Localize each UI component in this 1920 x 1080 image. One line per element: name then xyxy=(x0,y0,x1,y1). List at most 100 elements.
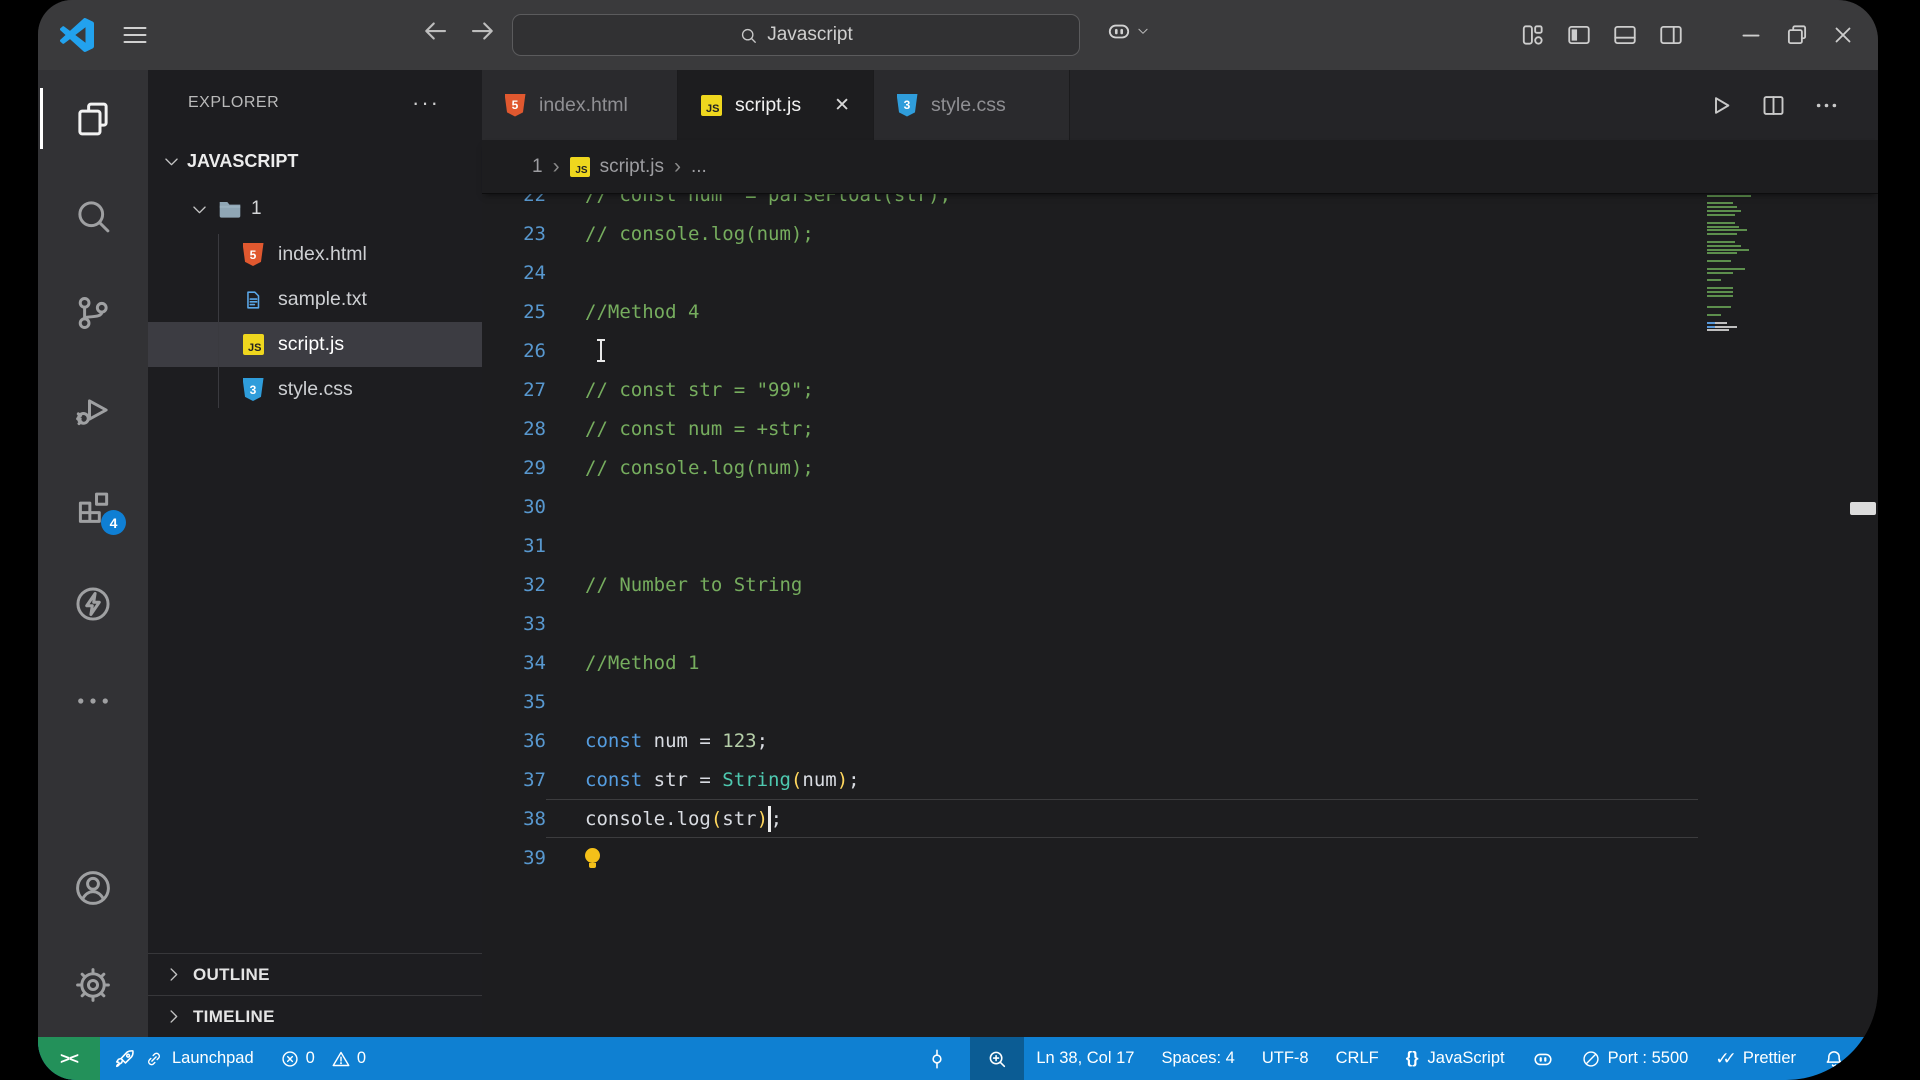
restore-button[interactable] xyxy=(1784,22,1810,48)
editor-more-actions-button[interactable] xyxy=(1813,92,1840,119)
split-editor-button[interactable] xyxy=(1760,92,1787,119)
cursor-position-status[interactable]: Ln 38, Col 17 xyxy=(1036,1049,1134,1068)
code-line-39[interactable]: 39 xyxy=(482,838,1878,877)
folder-item[interactable]: 1 xyxy=(148,186,482,232)
prettier-label: Prettier xyxy=(1742,1049,1796,1067)
outline-panel-header[interactable]: OUTLINE xyxy=(148,953,482,995)
warning-icon xyxy=(331,1049,351,1069)
eol-status[interactable]: CRLF xyxy=(1336,1049,1379,1068)
notifications-bell-icon[interactable] xyxy=(1823,1048,1845,1070)
code-line-37[interactable]: 37 const str = String(num); xyxy=(482,760,1878,799)
forward-button[interactable] xyxy=(468,16,498,46)
code-line-27[interactable]: 27 // const str = "99"; xyxy=(482,370,1878,409)
encoding-status[interactable]: UTF-8 xyxy=(1262,1049,1309,1068)
timeline-panel-header[interactable]: TIMELINE xyxy=(148,995,482,1037)
prettier-status[interactable]: ✓✓ Prettier xyxy=(1715,1049,1796,1069)
file-item-index.html[interactable]: 5 index.html xyxy=(148,232,482,277)
workspace-root[interactable]: JAVASCRIPT xyxy=(148,136,482,186)
launchpad-status-item[interactable]: Launchpad xyxy=(114,1048,254,1070)
warning-count: 0 xyxy=(356,1049,367,1067)
minimap-line xyxy=(1707,287,1733,290)
tab-style.css[interactable]: 3 style.css xyxy=(874,70,1070,140)
source-control-icon xyxy=(72,292,114,334)
language-mode-status[interactable]: {} JavaScript xyxy=(1406,1049,1505,1068)
minimap-line xyxy=(1707,202,1733,205)
line-number: 32 xyxy=(523,573,546,596)
command-center-search[interactable]: Javascript xyxy=(512,14,1080,56)
activity-settings-button[interactable] xyxy=(38,936,148,1033)
close-button[interactable] xyxy=(1830,22,1856,48)
breadcrumb-file[interactable]: script.js xyxy=(600,156,664,178)
activity-live-server-button[interactable] xyxy=(38,555,148,652)
screencast-icon[interactable] xyxy=(926,1048,948,1070)
copilot-button[interactable] xyxy=(1106,18,1150,44)
code-line-32[interactable]: 32 // Number to String xyxy=(482,565,1878,604)
activity-bar: 4 xyxy=(38,70,148,1037)
breadcrumb-folder[interactable]: 1 xyxy=(532,156,543,178)
activity-search-button[interactable] xyxy=(38,167,148,264)
file-item-style.css[interactable]: 3 style.css xyxy=(148,367,482,412)
code-line-34[interactable]: 34 //Method 1 xyxy=(482,643,1878,682)
lightbulb-icon[interactable] xyxy=(585,848,600,868)
run-code-button[interactable] xyxy=(1707,92,1734,119)
explorer-sidebar: EXPLORER ··· JAVASCRIPT 1 5 index.html sam… xyxy=(148,70,482,1037)
more-icon xyxy=(72,680,114,722)
indentation-status[interactable]: Spaces: 4 xyxy=(1161,1049,1234,1068)
minimize-button[interactable] xyxy=(1738,22,1764,48)
activity-explorer-button[interactable] xyxy=(38,70,148,167)
file-item-sample.txt[interactable]: sample.txt xyxy=(148,277,482,322)
live-server-port-status[interactable]: Port : 5500 xyxy=(1581,1049,1688,1069)
code-line-24[interactable]: 24 xyxy=(482,253,1878,292)
code-line-28[interactable]: 28 // const num = +str; xyxy=(482,409,1878,448)
code-line-38[interactable]: 38 console.log(str); xyxy=(482,799,1878,838)
error-icon xyxy=(280,1049,300,1069)
copilot-status-icon[interactable] xyxy=(1532,1048,1554,1070)
tab-close-icon[interactable]: ✕ xyxy=(834,94,850,117)
code-line-30[interactable]: 30 xyxy=(482,487,1878,526)
activity-source-control-button[interactable] xyxy=(38,264,148,361)
minimap-line xyxy=(1707,271,1733,274)
code-line-35[interactable]: 35 xyxy=(482,682,1878,721)
code-editor[interactable]: 22 // const num = parseFloat(str); 23 // co… xyxy=(482,194,1878,1037)
problems-status-item[interactable]: 0 0 xyxy=(280,1049,366,1069)
toggle-sidebar-button[interactable] xyxy=(1566,22,1592,48)
code-line-26[interactable]: 26 xyxy=(482,331,1878,370)
code-line-22[interactable]: 22 // const num = parseFloat(str); xyxy=(482,194,1878,214)
code-line-36[interactable]: 36 const num = 123; xyxy=(482,721,1878,760)
timeline-label: TIMELINE xyxy=(193,1006,275,1026)
activity-account-button[interactable] xyxy=(38,839,148,936)
menu-hamburger-icon[interactable] xyxy=(120,21,150,49)
chevron-right-icon xyxy=(164,965,183,984)
code-line-29[interactable]: 29 // console.log(num); xyxy=(482,448,1878,487)
minimap-line xyxy=(1707,321,1727,324)
zoom-indicator[interactable] xyxy=(970,1037,1025,1080)
code-line-25[interactable]: 25 //Method 4 xyxy=(482,292,1878,331)
line-content xyxy=(546,848,600,868)
zoom-in-icon xyxy=(986,1048,1008,1070)
file-item-script.js[interactable]: JS script.js xyxy=(148,322,482,367)
code-line-23[interactable]: 23 // console.log(num); xyxy=(482,214,1878,253)
minimap-line xyxy=(1707,325,1737,328)
editor-scrollbar-thumb[interactable] xyxy=(1850,502,1876,515)
line-number: 30 xyxy=(523,495,546,518)
tab-script.js[interactable]: JS script.js ✕ xyxy=(678,70,874,140)
code-line-33[interactable]: 33 xyxy=(482,604,1878,643)
activity-run-debug-button[interactable] xyxy=(38,361,148,458)
back-button[interactable] xyxy=(420,16,450,46)
chevron-right-icon xyxy=(164,1007,183,1026)
vscode-logo-icon xyxy=(60,18,94,52)
remote-icon: >< xyxy=(60,1048,79,1068)
minimap[interactable] xyxy=(1705,187,1775,417)
toggle-secondary-sidebar-button[interactable] xyxy=(1658,22,1684,48)
tab-index.html[interactable]: 5 index.html xyxy=(482,70,678,140)
tab-label: index.html xyxy=(539,93,628,116)
toggle-panel-button[interactable] xyxy=(1612,22,1638,48)
remote-indicator[interactable]: >< xyxy=(38,1037,100,1080)
double-check-icon: ✓✓ xyxy=(1715,1048,1736,1068)
breadcrumb-symbol[interactable]: ... xyxy=(691,156,707,178)
customize-layout-button[interactable] xyxy=(1520,22,1546,48)
activity-more-button[interactable] xyxy=(38,652,148,749)
activity-extensions-button[interactable]: 4 xyxy=(38,458,148,555)
code-line-31[interactable]: 31 xyxy=(482,526,1878,565)
explorer-more-actions-button[interactable]: ··· xyxy=(412,90,440,116)
